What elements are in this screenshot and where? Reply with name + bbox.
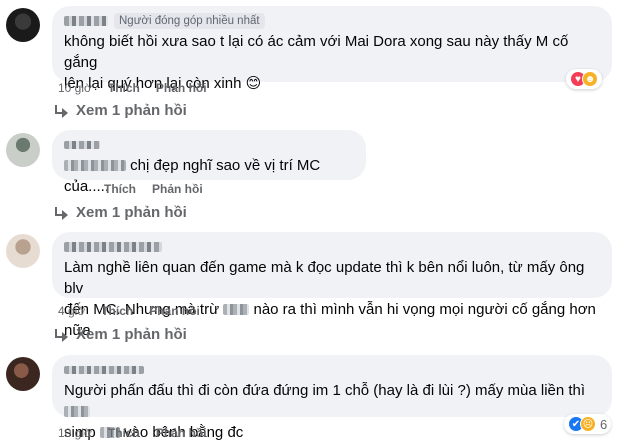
like-button[interactable]: Thích: [108, 426, 140, 440]
comment-text-line: không biết hồi xưa sao t lại có ác cảm v…: [64, 33, 569, 71]
view-replies-label: Xem 1 phản hồi: [76, 102, 187, 119]
comment-bubble: Làm nghề liên quan đến game mà k đọc upd…: [52, 232, 612, 339]
like-button[interactable]: Thích: [108, 81, 140, 95]
comment-timestamp[interactable]: 4 giờ: [58, 304, 85, 318]
comment-text-line: Người phấn đấu thì đi còn đứa đứng im 1 …: [64, 380, 600, 422]
comment-actions: 10 giờ Thích Phản hồi: [58, 425, 207, 441]
comment-text-line: Làm nghề liên quan đến game mà k đọc upd…: [64, 259, 585, 297]
author-name-redacted[interactable]: [64, 141, 100, 149]
reply-arrow-icon: [54, 104, 68, 118]
author-name-redacted[interactable]: [64, 16, 108, 26]
redacted-mention: [64, 160, 126, 171]
view-replies-link[interactable]: Xem 1 phản hồi: [54, 204, 187, 221]
avatar[interactable]: [6, 234, 40, 268]
reply-button[interactable]: Phản hồi: [156, 81, 207, 95]
comment-actions: 10 giờ Thích Phản hồi: [58, 80, 207, 96]
comment-actions: Thích Phản hồi: [104, 181, 203, 197]
comment-author[interactable]: [64, 137, 354, 153]
view-replies-label: Xem 1 phản hồi: [76, 326, 187, 343]
avatar[interactable]: [6, 8, 40, 42]
reaction-count: 6: [600, 416, 608, 432]
comment-bubble: Người phấn đấu thì đi còn đứa đứng im 1 …: [52, 355, 612, 441]
sad-reaction-icon: ☹: [580, 416, 596, 432]
comment-author[interactable]: [64, 362, 600, 378]
comment-author[interactable]: [64, 239, 600, 255]
top-contributor-badge: Người đóng góp nhiều nhất: [114, 13, 265, 29]
comment-author[interactable]: Người đóng góp nhiều nhất: [64, 13, 600, 29]
like-button[interactable]: Thích: [104, 182, 136, 196]
reply-button[interactable]: Phản hồi: [149, 304, 200, 318]
care-reaction-icon: ☻: [582, 71, 598, 87]
like-button[interactable]: Thích: [101, 304, 133, 318]
view-replies-label: Xem 1 phản hồi: [76, 204, 187, 221]
author-name-redacted[interactable]: [64, 242, 162, 252]
redacted-mention: [223, 304, 250, 315]
reply-button[interactable]: Phản hồi: [152, 182, 203, 196]
view-replies-link[interactable]: Xem 1 phản hồi: [54, 102, 187, 119]
redacted-mention: [64, 406, 90, 417]
comment-bubble: chị đẹp nghĩ sao về vị trí MC của.....: [52, 130, 366, 195]
reply-arrow-icon: [54, 328, 68, 342]
comment-actions: 4 giờ Thích Phản hồi: [58, 303, 200, 319]
reaction-summary[interactable]: ♥ ☻: [566, 69, 602, 89]
reply-arrow-icon: [54, 206, 68, 220]
comment-timestamp[interactable]: 10 giờ: [58, 81, 92, 95]
comment-bubble: Người đóng góp nhiều nhất không biết hồi…: [52, 6, 612, 92]
author-name-redacted[interactable]: [64, 366, 144, 374]
view-replies-link[interactable]: Xem 1 phản hồi: [54, 326, 187, 343]
reaction-summary[interactable]: ✔ ☹ 6: [564, 414, 612, 434]
avatar[interactable]: [6, 357, 40, 391]
avatar[interactable]: [6, 133, 40, 167]
comment-timestamp[interactable]: 10 giờ: [58, 426, 92, 440]
reply-button[interactable]: Phản hồi: [156, 426, 207, 440]
